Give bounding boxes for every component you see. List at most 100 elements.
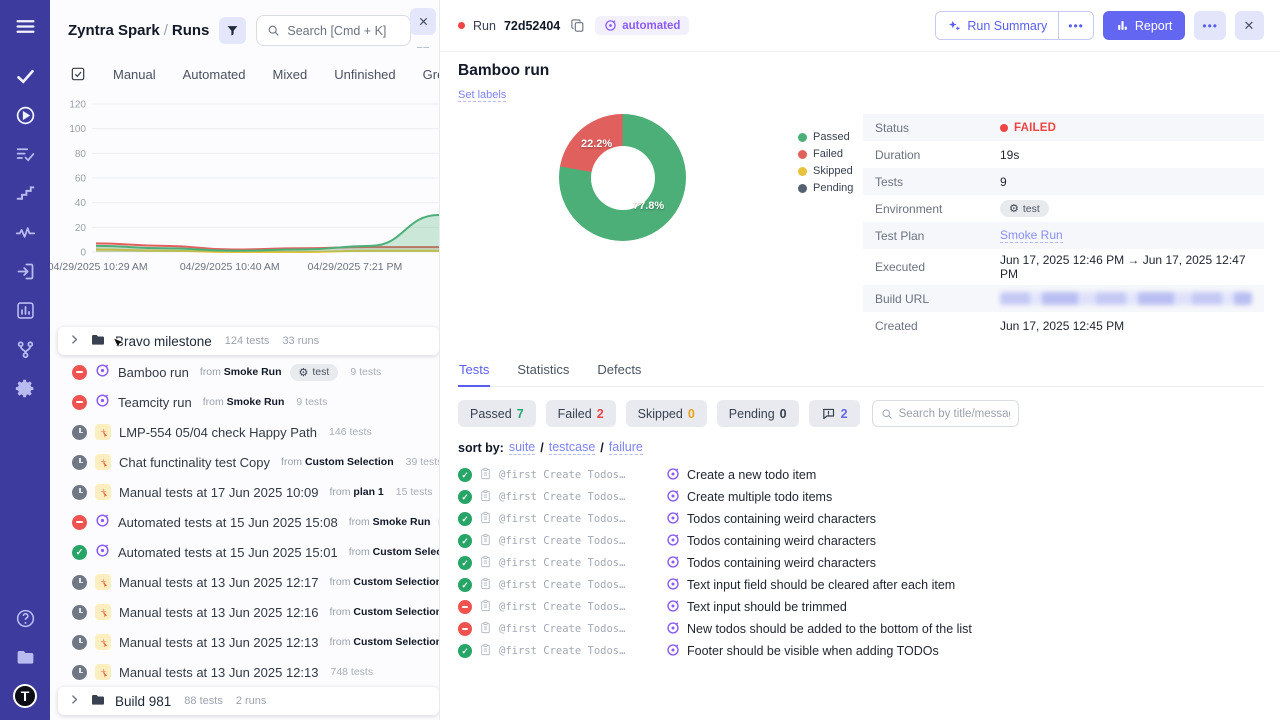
close-detail-button[interactable]: ✕ — [1235, 11, 1264, 40]
runs-tab-automated[interactable]: Automated — [183, 67, 246, 82]
detail-row-duration: Duration19s — [863, 141, 1264, 168]
sidebar-activity-button[interactable] — [13, 220, 37, 244]
test-row[interactable]: @first Create Todos…Todos containing wei… — [458, 508, 1264, 530]
main-sidebar: T — [0, 0, 50, 720]
panel-resize-handle-icon[interactable]: –– — [417, 42, 430, 53]
svg-text:60: 60 — [75, 174, 87, 185]
tab-defects[interactable]: Defects — [596, 355, 642, 387]
detail-row-status: StatusFAILED — [863, 114, 1264, 141]
runs-search[interactable] — [256, 15, 411, 46]
run-summary-button[interactable]: Run Summary — [936, 12, 1058, 39]
filter-pill-passed[interactable]: Passed7 — [458, 400, 536, 427]
test-row[interactable]: @first Create Todos…Create a new todo it… — [458, 464, 1264, 486]
clipboard-icon — [479, 643, 492, 656]
run-row[interactable]: Chat functinality test Copyfrom Custom S… — [50, 447, 439, 477]
sidebar-sign-in-button[interactable] — [13, 259, 37, 283]
sidebar-play-circle-button[interactable] — [13, 103, 37, 127]
sidebar-steps-button[interactable] — [13, 181, 37, 205]
runs-group-row[interactable]: Bravo milestone124 tests33 runs — [58, 327, 439, 355]
build-url-redacted[interactable] — [1000, 292, 1252, 305]
tests-search[interactable] — [872, 400, 1019, 427]
run-row[interactable]: Manual tests at 13 Jun 2025 12:13748 tes… — [50, 657, 439, 687]
copy-run-id-button[interactable] — [568, 16, 587, 35]
test-row[interactable]: @first Create Todos…Footer should be vis… — [458, 640, 1264, 662]
filter-icon — [226, 24, 239, 37]
runs-tab-mixed[interactable]: Mixed — [273, 67, 308, 82]
tab-tests[interactable]: Tests — [458, 355, 490, 387]
manual-spark-icon — [98, 637, 109, 648]
set-labels-link[interactable]: Set labels — [458, 89, 506, 102]
gear-icon: ⚙ — [1009, 202, 1019, 215]
chevron-right-icon — [68, 693, 81, 706]
filter-button[interactable] — [219, 17, 246, 44]
runs-panel-header: Zyntra Spark/Runs — [50, 0, 439, 54]
sidebar-gear-button[interactable] — [13, 376, 37, 400]
test-row[interactable]: @first Create Todos…Text input should be… — [458, 596, 1264, 618]
svg-text:04/29/2025 10:29 AM: 04/29/2025 10:29 AM — [50, 261, 148, 273]
svg-text:04/29/2025 10:40 AM: 04/29/2025 10:40 AM — [180, 261, 280, 273]
runs-tab-groups[interactable]: Groups — [423, 67, 440, 82]
search-icon — [267, 24, 280, 37]
tests-list: @first Create Todos…Create a new todo it… — [458, 464, 1264, 662]
filter-pill-skipped[interactable]: Skipped0 — [626, 400, 707, 427]
run-row[interactable]: Manual tests at 13 Jun 2025 12:13from Cu… — [50, 627, 439, 657]
sort-by-failure[interactable]: failure — [609, 440, 643, 455]
runs-group-row[interactable]: Build 98188 tests2 runs — [58, 687, 439, 715]
tab-statistics[interactable]: Statistics — [516, 355, 570, 387]
test-row[interactable]: @first Create Todos…Text input field sho… — [458, 574, 1264, 596]
svg-text:04/29/2025 7:21 PM: 04/29/2025 7:21 PM — [308, 261, 403, 273]
breadcrumb-project: Zyntra Spark — [68, 22, 160, 39]
test-row[interactable]: @first Create Todos…Create multiple todo… — [458, 486, 1264, 508]
report-button[interactable]: Report — [1103, 11, 1186, 40]
sidebar-help-button[interactable] — [13, 606, 37, 630]
runs-search-input[interactable] — [287, 24, 400, 38]
runs-tab-unfinished[interactable]: Unfinished — [334, 67, 395, 82]
test-plan-link[interactable]: Smoke Run — [1000, 228, 1063, 243]
menu-button[interactable] — [13, 14, 37, 38]
sort-by-suite[interactable]: suite — [509, 440, 535, 455]
run-row[interactable]: Automated tests at 15 Jun 2025 15:08from… — [50, 507, 439, 537]
filter-pill-pending[interactable]: Pending0 — [717, 400, 799, 427]
run-summary-more-button[interactable]: ••• — [1058, 12, 1093, 39]
sidebar-bar-chart-button[interactable] — [13, 298, 37, 322]
manual-spark-icon — [98, 607, 109, 618]
run-row[interactable]: Manual tests at 13 Jun 2025 12:16from Cu… — [50, 597, 439, 627]
donut-legend: PassedFailedSkippedPending — [798, 114, 853, 339]
runs-tab-manual[interactable]: Manual — [113, 67, 156, 82]
more-actions-button[interactable]: ••• — [1194, 11, 1226, 40]
run-row[interactable]: Manual tests at 13 Jun 2025 12:17from Cu… — [50, 567, 439, 597]
sort-by-testcase[interactable]: testcase — [549, 440, 596, 455]
sidebar-check-button[interactable] — [13, 64, 37, 88]
test-status-passed-icon — [458, 512, 472, 526]
sidebar-list-check-button[interactable] — [13, 142, 37, 166]
clipboard-icon — [479, 533, 492, 546]
sidebar-branch-button[interactable] — [13, 337, 37, 361]
automated-badge[interactable]: automated — [595, 16, 689, 35]
test-row[interactable]: @first Create Todos…Todos containing wei… — [458, 530, 1264, 552]
run-row[interactable]: Teamcity runfrom Smoke Run9 tests — [50, 387, 439, 417]
run-row[interactable]: Automated tests at 15 Jun 2025 15:01from… — [50, 537, 439, 567]
automated-badge-label: automated — [622, 20, 680, 32]
test-row[interactable]: @first Create Todos…New todos should be … — [458, 618, 1264, 640]
result-donut-chart: 22.2% 77.8% — [559, 114, 686, 241]
robot-icon — [604, 19, 617, 32]
clipboard-icon — [479, 489, 492, 502]
run-row[interactable]: Bamboo runfrom Smoke Run⚙test9 tests — [50, 357, 439, 387]
run-row[interactable]: Manual tests at 17 Jun 2025 10:09from pl… — [50, 477, 439, 507]
sort-separator: / — [540, 441, 543, 455]
tests-search-input[interactable] — [899, 408, 1010, 420]
panel-close-button[interactable] — [410, 8, 436, 35]
sidebar-folder-button[interactable] — [13, 645, 37, 669]
filter-pill-comments[interactable]: 2 — [809, 400, 860, 427]
filter-pill-failed[interactable]: Failed2 — [546, 400, 616, 427]
run-row[interactable]: LMP-554 05/04 check Happy Path146 tests — [50, 417, 439, 447]
run-status-passed-icon — [72, 545, 87, 560]
sign-in-icon — [15, 261, 36, 282]
test-status-failed-icon — [458, 600, 472, 614]
select-all-icon[interactable] — [70, 66, 86, 82]
gear-icon: ⚙ — [299, 366, 309, 379]
test-row[interactable]: @first Create Todos…Todos containing wei… — [458, 552, 1264, 574]
run-status-finished-icon — [72, 665, 87, 680]
app-logo[interactable]: T — [13, 684, 37, 708]
run-status-finished-icon — [72, 485, 87, 500]
